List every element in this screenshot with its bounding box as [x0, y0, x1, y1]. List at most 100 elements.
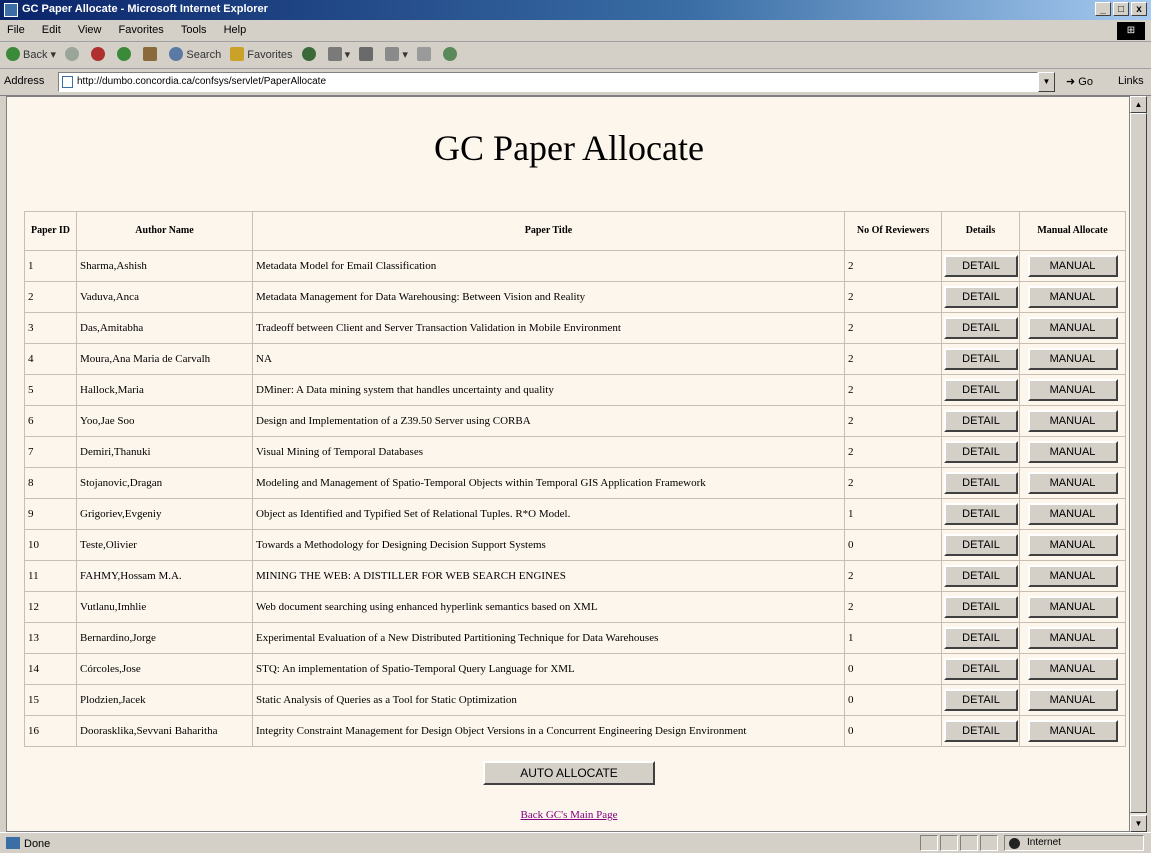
- manual-allocate-button[interactable]: MANUAL: [1027, 255, 1118, 277]
- detail-button[interactable]: DETAIL: [944, 689, 1018, 711]
- detail-button[interactable]: DETAIL: [944, 441, 1018, 463]
- detail-button[interactable]: DETAIL: [944, 596, 1018, 618]
- detail-button[interactable]: DETAIL: [944, 534, 1018, 556]
- author-cell: Vaduva,Anca: [76, 281, 253, 313]
- go-button[interactable]: ➜ Go: [1066, 75, 1093, 88]
- maximize-button[interactable]: □: [1113, 2, 1129, 16]
- edit-button[interactable]: ▾: [385, 46, 408, 64]
- details-cell: DETAIL: [941, 405, 1020, 437]
- detail-button[interactable]: DETAIL: [944, 565, 1018, 587]
- manual-allocate-button[interactable]: MANUAL: [1027, 596, 1118, 618]
- auto-allocate-button[interactable]: AUTO ALLOCATE: [483, 761, 655, 785]
- paper-title-cell: Static Analysis of Queries as a Tool for…: [252, 684, 845, 716]
- manual-allocate-button[interactable]: MANUAL: [1027, 689, 1118, 711]
- manual-allocate-button[interactable]: MANUAL: [1027, 348, 1118, 370]
- paper-title-cell: DMiner: A Data mining system that handle…: [252, 374, 845, 406]
- details-cell: DETAIL: [941, 591, 1020, 623]
- favorites-button[interactable]: Favorites: [230, 46, 293, 64]
- minimize-button[interactable]: _: [1095, 2, 1111, 16]
- menu-help[interactable]: Help: [217, 20, 254, 36]
- paper-title-cell: Metadata Model for Email Classification: [252, 250, 845, 282]
- paper-id-cell: 13: [24, 622, 77, 654]
- search-button[interactable]: Search: [169, 46, 221, 64]
- back-main-page-link[interactable]: Back GC's Main Page: [7, 809, 1129, 821]
- history-button[interactable]: [301, 46, 319, 64]
- detail-button[interactable]: DETAIL: [944, 255, 1018, 277]
- windows-logo-icon: ⊞: [1117, 22, 1145, 40]
- status-done: Done: [6, 837, 50, 850]
- paper-id-cell: 4: [24, 343, 77, 375]
- refresh-icon: [117, 47, 132, 61]
- detail-button[interactable]: DETAIL: [944, 627, 1018, 649]
- menu-tools[interactable]: Tools: [174, 20, 214, 36]
- detail-button[interactable]: DETAIL: [944, 658, 1018, 680]
- table-row: 16 Doorasklika,Sevvani Baharitha Integrity…: [24, 715, 1126, 747]
- paper-title-cell: Web document searching using enhanced hy…: [252, 591, 845, 623]
- paper-id-cell: 6: [24, 405, 77, 437]
- refresh-button[interactable]: [117, 46, 134, 64]
- scroll-thumb[interactable]: [1130, 113, 1147, 813]
- history-icon: [301, 47, 316, 61]
- manual-allocate-button[interactable]: MANUAL: [1027, 627, 1118, 649]
- discuss-button[interactable]: [416, 46, 434, 64]
- manual-allocate-button[interactable]: MANUAL: [1027, 441, 1118, 463]
- menu-view[interactable]: View: [71, 20, 109, 36]
- stop-button[interactable]: [91, 46, 108, 64]
- paper-id-cell: 11: [24, 560, 77, 592]
- manual-allocate-button[interactable]: MANUAL: [1027, 317, 1118, 339]
- detail-button[interactable]: DETAIL: [944, 348, 1018, 370]
- menu-edit[interactable]: Edit: [35, 20, 68, 36]
- detail-button[interactable]: DETAIL: [944, 379, 1018, 401]
- status-panes: [920, 835, 1000, 851]
- messenger-button[interactable]: [442, 46, 460, 64]
- details-cell: DETAIL: [941, 498, 1020, 530]
- back-button[interactable]: Back ▾: [6, 46, 56, 64]
- manual-cell: MANUAL: [1019, 312, 1126, 344]
- close-button[interactable]: x: [1131, 2, 1147, 16]
- manual-allocate-button[interactable]: MANUAL: [1027, 286, 1118, 308]
- paper-id-cell: 2: [24, 281, 77, 313]
- paper-id-cell: 16: [24, 715, 77, 747]
- menu-file[interactable]: File: [0, 20, 32, 36]
- home-button[interactable]: [143, 46, 160, 64]
- detail-button[interactable]: DETAIL: [944, 720, 1018, 742]
- reviewers-cell: 2: [844, 343, 942, 375]
- col-header-manual: Manual Allocate: [1019, 211, 1126, 251]
- manual-allocate-button[interactable]: MANUAL: [1027, 565, 1118, 587]
- reviewers-cell: 2: [844, 405, 942, 437]
- mail-button[interactable]: ▾: [327, 46, 350, 64]
- manual-allocate-button[interactable]: MANUAL: [1027, 379, 1118, 401]
- detail-button[interactable]: DETAIL: [944, 410, 1018, 432]
- menu-bar: File Edit View Favorites Tools Help ⊞: [0, 20, 1151, 42]
- author-cell: Vutlanu,Imhlie: [76, 591, 253, 623]
- vertical-scrollbar[interactable]: ▲ ▼: [1130, 96, 1147, 832]
- address-input[interactable]: http://dumbo.concordia.ca/confsys/servle…: [58, 72, 1038, 92]
- mail-icon: [327, 47, 342, 61]
- forward-button[interactable]: [65, 46, 82, 64]
- scroll-up-icon[interactable]: ▲: [1130, 96, 1147, 113]
- manual-allocate-button[interactable]: MANUAL: [1027, 720, 1118, 742]
- col-header-reviewers: No Of Reviewers: [844, 211, 942, 251]
- reviewers-cell: 2: [844, 436, 942, 468]
- detail-button[interactable]: DETAIL: [944, 472, 1018, 494]
- details-cell: DETAIL: [941, 374, 1020, 406]
- manual-allocate-button[interactable]: MANUAL: [1027, 472, 1118, 494]
- address-dropdown-icon[interactable]: ▼: [1038, 72, 1055, 92]
- manual-allocate-button[interactable]: MANUAL: [1027, 503, 1118, 525]
- status-pane: [980, 835, 998, 851]
- author-cell: Doorasklika,Sevvani Baharitha: [76, 715, 253, 747]
- reviewers-cell: 1: [844, 622, 942, 654]
- manual-allocate-button[interactable]: MANUAL: [1027, 658, 1118, 680]
- manual-allocate-button[interactable]: MANUAL: [1027, 410, 1118, 432]
- print-icon: [359, 47, 374, 61]
- details-cell: DETAIL: [941, 684, 1020, 716]
- detail-button[interactable]: DETAIL: [944, 317, 1018, 339]
- detail-button[interactable]: DETAIL: [944, 286, 1018, 308]
- scroll-down-icon[interactable]: ▼: [1130, 815, 1147, 832]
- menu-favorites[interactable]: Favorites: [112, 20, 171, 36]
- print-button[interactable]: [359, 46, 376, 64]
- status-pane: [940, 835, 958, 851]
- links-button[interactable]: Links: [1118, 75, 1144, 87]
- detail-button[interactable]: DETAIL: [944, 503, 1018, 525]
- manual-allocate-button[interactable]: MANUAL: [1027, 534, 1118, 556]
